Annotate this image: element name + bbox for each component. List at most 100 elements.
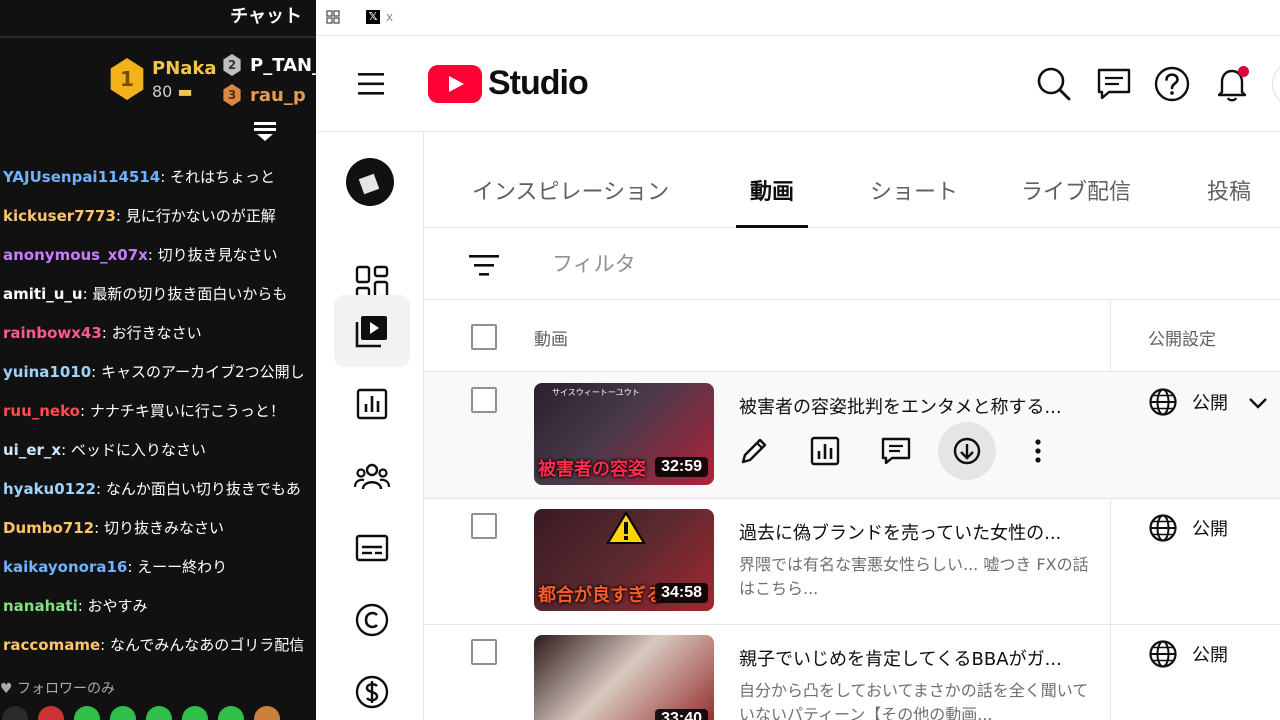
- visibility-label: 公開: [1192, 645, 1228, 666]
- video-duration: 33:40: [655, 709, 708, 720]
- globe-icon: [1149, 640, 1177, 668]
- youtube-studio: Studio インスピレーション 動画 ショート ライブ配信 投稿 フィルタ 動…: [316, 36, 1280, 720]
- tab-shorts[interactable]: ショート: [870, 174, 958, 206]
- gifter-count: 80 ▬: [152, 82, 193, 101]
- table-row[interactable]: 33:40 親子でいじめを肯定してくるBBAがガ... 自分から凸をしておいてま…: [424, 625, 1280, 720]
- chat-divider: [0, 36, 316, 38]
- globe-icon: [1149, 514, 1177, 542]
- chat-username[interactable]: Dumbo712: [3, 519, 94, 537]
- sidebar-item-earn[interactable]: [334, 656, 410, 720]
- sidebar-item-analytics[interactable]: [334, 368, 410, 440]
- video-thumbnail[interactable]: 33:40: [534, 635, 714, 720]
- browser-tab-label[interactable]: x: [386, 10, 393, 24]
- followers-only-notice: ♥ フォロワーのみ: [0, 681, 116, 697]
- video-thumbnail[interactable]: 都合が良すぎる 34:58: [534, 509, 714, 611]
- sidebar-item-content[interactable]: [334, 295, 410, 367]
- video-title[interactable]: 被害者の容姿批判をエンタメと称する...: [739, 393, 1094, 419]
- more-options-button[interactable]: [1020, 433, 1056, 469]
- sidebar-item-subtitles[interactable]: [334, 512, 410, 584]
- table-row[interactable]: 都合が良すぎる 34:58 過去に偽ブランドを売っていた女性の... 界隈では有…: [424, 499, 1280, 625]
- analytics-icon: [356, 388, 388, 420]
- chat-message: anonymous_x07x: 切り抜き見なさい: [3, 246, 278, 264]
- menu-icon[interactable]: [356, 70, 392, 98]
- emote-icon[interactable]: [254, 706, 280, 720]
- chat-username[interactable]: ruu_neko: [3, 402, 80, 420]
- browser-tab-strip: 𝕏 x: [316, 0, 1280, 36]
- table-row[interactable]: サイスウィートーユウト 被害者の容姿 32:59 被害者の容姿批判をエンタメと称…: [424, 373, 1280, 499]
- notifications-button[interactable]: [1212, 64, 1252, 104]
- chat-text: えーー終わり: [137, 558, 228, 576]
- top-gifter-3[interactable]: 3 rau_p: [222, 84, 306, 106]
- chat-username[interactable]: kickuser7773: [3, 207, 116, 225]
- x-logo-icon[interactable]: 𝕏: [366, 10, 380, 24]
- chat-text: なんでみんなあのゴリラ配信: [110, 636, 305, 654]
- emote-icon[interactable]: [38, 706, 64, 720]
- analytics-icon: [810, 436, 840, 466]
- gifter-name: rau_p: [250, 84, 306, 106]
- chat-username[interactable]: hyaku0122: [3, 480, 96, 498]
- chat-username[interactable]: anonymous_x07x: [3, 246, 148, 264]
- chat-username[interactable]: nanahati: [3, 597, 78, 615]
- video-title[interactable]: 親子でいじめを肯定してくるBBAがガ...: [739, 645, 1094, 671]
- select-all-checkbox[interactable]: [471, 324, 497, 350]
- thumbnail-channel-text: サイスウィートーユウト: [552, 388, 640, 397]
- table-header: 動画 公開設定: [424, 300, 1280, 720]
- promote-button[interactable]: [938, 422, 996, 480]
- feedback-icon[interactable]: [1094, 64, 1134, 104]
- analytics-button[interactable]: [807, 433, 843, 469]
- chat-username[interactable]: kaikayonora16: [3, 558, 127, 576]
- tab-videos[interactable]: 動画: [750, 174, 794, 206]
- studio-header: Studio: [316, 36, 1280, 132]
- chat-text: 最新の切り抜き面白いからも: [92, 285, 288, 303]
- video-title[interactable]: 過去に偽ブランドを売っていた女性の...: [739, 519, 1094, 545]
- tab-inspiration[interactable]: インスピレーション: [472, 174, 669, 206]
- emote-icon[interactable]: [182, 706, 208, 720]
- chevron-down-icon[interactable]: [1246, 391, 1270, 415]
- chat-text: おやすみ: [87, 597, 148, 615]
- video-description: 自分から凸をしておいてまさかの話を全く聞いていないパティーン【その他の動画...: [739, 681, 1089, 720]
- apps-grid-icon[interactable]: [326, 10, 340, 24]
- emote-icon[interactable]: [146, 706, 172, 720]
- row-checkbox[interactable]: [471, 639, 497, 665]
- filter-icon[interactable]: [468, 252, 500, 278]
- tab-posts[interactable]: 投稿: [1207, 174, 1251, 206]
- emote-icon[interactable]: [74, 706, 100, 720]
- emote-icon[interactable]: [218, 706, 244, 720]
- filter-bar: [424, 228, 1280, 300]
- studio-logo[interactable]: Studio: [428, 64, 589, 103]
- help-icon[interactable]: [1152, 64, 1192, 104]
- column-header-visibility[interactable]: 公開設定: [1148, 325, 1216, 350]
- chat-username[interactable]: raccomame: [3, 636, 100, 654]
- chat-text: ナナチキ買いに行こうっと！: [89, 402, 285, 420]
- visibility-cell[interactable]: 公開: [1148, 639, 1228, 669]
- row-checkbox[interactable]: [471, 387, 497, 413]
- edit-button[interactable]: [736, 433, 772, 469]
- search-icon[interactable]: [1034, 64, 1074, 104]
- chat-username[interactable]: rainbowx43: [3, 324, 102, 342]
- emote-icon[interactable]: [2, 706, 28, 720]
- sidebar-item-community[interactable]: [334, 440, 410, 512]
- channel-avatar[interactable]: [346, 158, 394, 206]
- column-header-video[interactable]: 動画: [534, 325, 568, 350]
- filter-input[interactable]: [552, 248, 952, 280]
- chat-username[interactable]: amiti_u_u: [3, 285, 83, 303]
- studio-sidebar: [316, 132, 424, 720]
- chat-message: nanahati: おやすみ: [3, 597, 148, 615]
- collapse-leaderboard-icon[interactable]: [254, 118, 276, 142]
- chat-username[interactable]: YAJUsenpai114514: [3, 168, 160, 186]
- video-thumbnail[interactable]: サイスウィートーユウト 被害者の容姿 32:59: [534, 383, 714, 485]
- visibility-cell[interactable]: 公開: [1148, 513, 1228, 543]
- row-checkbox[interactable]: [471, 513, 497, 539]
- chat-username[interactable]: ui_er_x: [3, 441, 61, 459]
- top-gifter-1[interactable]: 1 PNaka 80 ▬: [108, 58, 217, 101]
- subtitles-icon: [355, 534, 389, 562]
- comments-button[interactable]: [878, 433, 914, 469]
- account-avatar[interactable]: [1272, 62, 1280, 106]
- emote-icon[interactable]: [110, 706, 136, 720]
- tab-live[interactable]: ライブ配信: [1021, 174, 1131, 206]
- chat-message: Dumbo712: 切り抜きみなさい: [3, 519, 224, 537]
- visibility-cell[interactable]: 公開: [1148, 387, 1228, 417]
- sidebar-item-copyright[interactable]: [334, 584, 410, 656]
- chat-username[interactable]: yuina1010: [3, 363, 91, 381]
- top-gifter-2[interactable]: 2 P_TAN_: [222, 54, 316, 76]
